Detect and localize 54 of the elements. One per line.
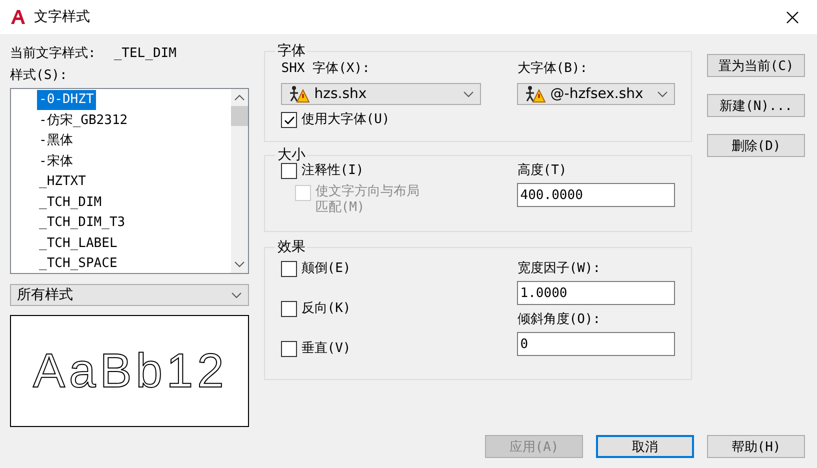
checkbox[interactable] bbox=[281, 163, 298, 179]
shx-font-label: SHX 字体(X): bbox=[281, 60, 371, 78]
warning-font-icon bbox=[288, 85, 310, 103]
chevron-down-icon bbox=[231, 292, 242, 298]
current-style-label: 当前文字样式: bbox=[10, 45, 96, 63]
styles-label: 样式(S): bbox=[10, 67, 68, 85]
group-title: 字体 bbox=[276, 44, 306, 58]
app-logo-icon bbox=[10, 9, 26, 25]
annotative-label: 注释性(I) bbox=[301, 162, 364, 180]
height-label: 高度(T) bbox=[517, 162, 568, 180]
chevron-down-icon bbox=[657, 90, 668, 98]
style-list-item[interactable]: _TCH_LABEL bbox=[37, 234, 120, 254]
shx-font-dropdown[interactable]: hzs.shx bbox=[281, 83, 482, 105]
style-list-item[interactable]: _TCH_SPACE bbox=[37, 254, 120, 273]
use-big-font-label: 使用大字体(U) bbox=[301, 111, 390, 129]
checkbox[interactable] bbox=[281, 261, 298, 277]
style-list-item[interactable]: -仿宋_GB2312 bbox=[37, 110, 130, 130]
checkbox[interactable] bbox=[281, 112, 298, 128]
scrollbar-thumb[interactable] bbox=[231, 106, 248, 126]
style-list-item[interactable]: _TCH_DIM bbox=[37, 192, 104, 212]
dialog-button[interactable]: 帮助(H) bbox=[707, 435, 805, 458]
effect-option-label: 颠倒(E) bbox=[301, 260, 351, 278]
style-list-item[interactable]: -宋体 bbox=[37, 152, 75, 172]
effect-option-label: 垂直(V) bbox=[301, 340, 351, 358]
big-font-dropdown[interactable]: @-hzfsex.shx bbox=[517, 83, 676, 105]
effect-option-label: 反向(K) bbox=[301, 300, 351, 318]
current-style-value: _TEL_DIM bbox=[114, 45, 176, 63]
close-icon bbox=[786, 10, 798, 24]
side-button[interactable]: 删除(D) bbox=[707, 134, 805, 157]
scrollbar[interactable] bbox=[231, 89, 248, 273]
style-list-item[interactable]: _HZTXT bbox=[37, 172, 88, 192]
style-list-item[interactable]: _TCH_DIM_T3 bbox=[37, 213, 128, 233]
check-icon bbox=[284, 116, 295, 124]
style-list-item[interactable]: -黑体 bbox=[37, 131, 75, 151]
warning-font-icon bbox=[524, 85, 546, 103]
side-button[interactable]: 置为当前(C) bbox=[707, 54, 805, 77]
style-filter-dropdown[interactable]: 所有样式 bbox=[10, 284, 250, 306]
dialog-button[interactable]: 取消 bbox=[596, 435, 694, 458]
checkbox[interactable] bbox=[281, 301, 298, 317]
group-title: 大小 bbox=[276, 148, 306, 162]
big-font-label: 大字体(B): bbox=[517, 60, 589, 78]
side-button[interactable]: 新建(N)... bbox=[707, 94, 805, 117]
style-list-item[interactable]: -0-DHZT bbox=[37, 90, 96, 110]
checkbox[interactable] bbox=[281, 341, 298, 357]
preview-text: AaBb12 bbox=[33, 344, 228, 398]
window-title: 文字样式 bbox=[34, 8, 91, 26]
match-orientation-label: 使文字方向与布局匹配(M) bbox=[315, 184, 420, 216]
width-factor-input[interactable]: 1.0000 bbox=[517, 281, 676, 305]
height-input[interactable]: 400.0000 bbox=[517, 183, 676, 207]
oblique-angle-input[interactable]: 0 bbox=[517, 332, 676, 356]
group-title: 效果 bbox=[276, 240, 306, 254]
chevron-down-icon bbox=[463, 90, 474, 98]
oblique-angle-label: 倾斜角度(O): bbox=[517, 311, 602, 329]
width-factor-label: 宽度因子(W): bbox=[517, 260, 602, 278]
